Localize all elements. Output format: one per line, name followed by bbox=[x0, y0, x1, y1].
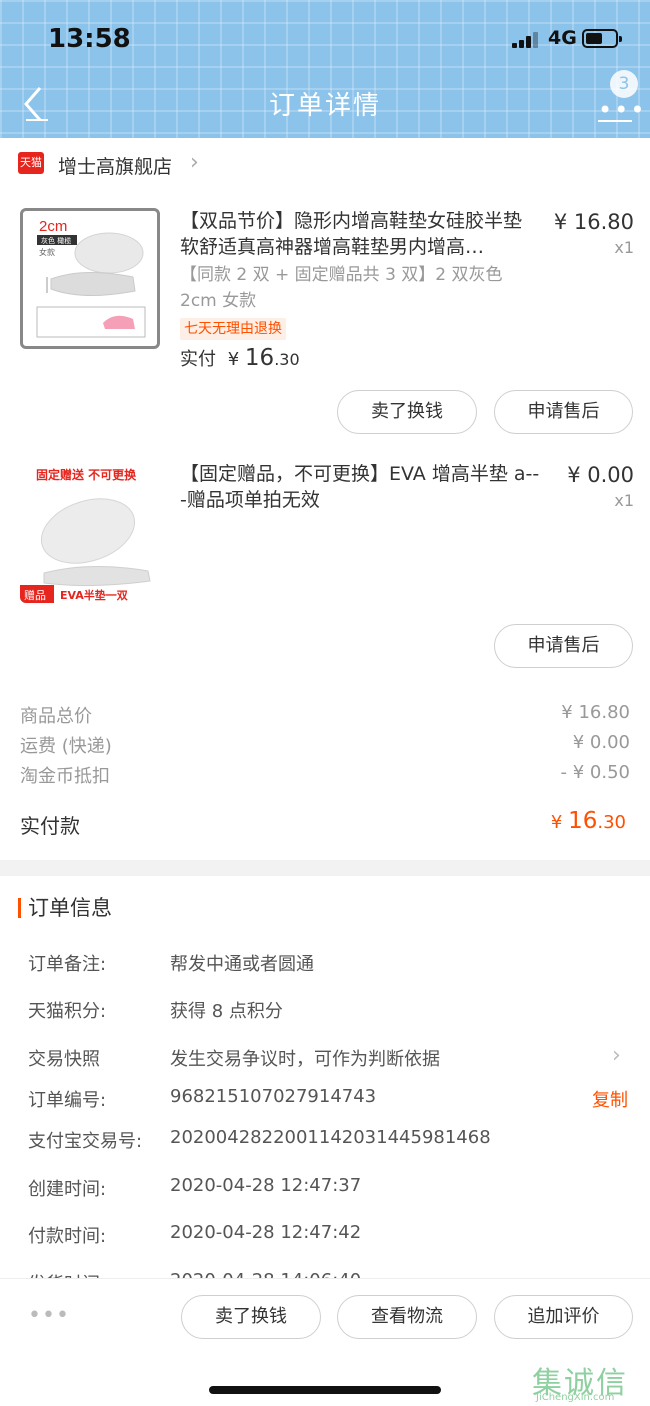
sell-for-cash-button[interactable]: 卖了换钱 bbox=[181, 1295, 321, 1339]
product-sku: 【同款 2 双 + 固定赠品共 3 双】2 双灰色 2cm 女款 bbox=[180, 265, 503, 311]
chevron-right-icon: › bbox=[612, 1043, 621, 1068]
more-actions-button[interactable]: ••• bbox=[28, 1303, 70, 1328]
item-paid-amount: 实付 ¥ 16.30 bbox=[180, 345, 300, 371]
copy-order-number-button[interactable]: 复制 bbox=[592, 1086, 628, 1112]
page-title: 订单详情 bbox=[268, 91, 381, 121]
product-thumbnail[interactable]: 2cm 灰色 橄榄 女款 bbox=[20, 208, 160, 349]
shipping-row: 运费 (快递) ¥ 0.00 bbox=[20, 732, 630, 757]
sell-for-cash-button[interactable]: 卖了换钱 bbox=[337, 390, 477, 434]
after-sales-button[interactable]: 申请售后 bbox=[494, 390, 633, 434]
product-title[interactable]: 【双品节价】隐形内增高鞋垫女硅胶半垫软舒适真高神器增高鞋垫男内增高… bbox=[180, 208, 540, 260]
battery-icon bbox=[582, 29, 622, 48]
thumb-gift-tag: 赠品 bbox=[24, 588, 46, 602]
store-row[interactable]: 天猫 增士高旗舰店 › bbox=[0, 140, 650, 188]
status-time: 13:58 bbox=[48, 24, 131, 54]
after-sales-button[interactable]: 申请售后 bbox=[494, 624, 633, 668]
thumb-gender-label: 女款 bbox=[39, 247, 55, 257]
header: 13:58 4G 订单详情 ••• 3 bbox=[0, 0, 650, 138]
product-title[interactable]: 【固定赠品，不可更换】EVA 增高半垫 a---赠品项单拍无效 bbox=[180, 461, 540, 513]
product-thumbnail[interactable]: 固定赠送 不可更换 赠品 EVA半垫一双 bbox=[20, 461, 160, 603]
signal-icon bbox=[512, 32, 542, 48]
goods-total-row: 商品总价 ¥ 16.80 bbox=[20, 702, 630, 727]
more-dots-icon: ••• bbox=[598, 96, 647, 124]
home-indicator[interactable] bbox=[209, 1386, 441, 1394]
thumb-color-label: 灰色 橄榄 bbox=[41, 236, 71, 245]
tmall-logo: 天猫 bbox=[18, 152, 44, 174]
product-quantity: x1 bbox=[614, 491, 634, 510]
message-count-badge: 3 bbox=[610, 70, 638, 98]
product-price: ¥ 16.80 bbox=[553, 210, 634, 234]
insole-image: 2cm 灰色 橄榄 女款 bbox=[36, 218, 146, 338]
return-policy-tag: 七天无理由退换 bbox=[180, 318, 286, 340]
product-quantity: x1 bbox=[614, 238, 634, 257]
store-name[interactable]: 增士高旗舰店 bbox=[58, 152, 172, 179]
actual-paid-row: 实付款 ¥ 16.30 bbox=[20, 808, 626, 838]
add-review-button[interactable]: 追加评价 bbox=[494, 1295, 633, 1339]
chevron-right-icon: › bbox=[190, 150, 199, 175]
thumb-banner: 固定赠送 不可更换 bbox=[36, 467, 137, 482]
gift-insole-image: 固定赠送 不可更换 赠品 EVA半垫一双 bbox=[20, 467, 151, 603]
thumb-size-label: 2cm bbox=[39, 218, 67, 235]
network-type: 4G bbox=[548, 27, 577, 49]
coin-discount-row: 淘金币抵扣 - ¥ 0.50 bbox=[20, 762, 630, 787]
thumb-gift-text: EVA半垫一双 bbox=[60, 588, 128, 602]
section-divider bbox=[0, 860, 650, 876]
product-price: ¥ 0.00 bbox=[567, 463, 634, 487]
view-logistics-button[interactable]: 查看物流 bbox=[337, 1295, 477, 1339]
watermark-logo: 集诚信 JiChengXin.com bbox=[532, 1366, 628, 1403]
section-title: 订单信息 bbox=[28, 896, 112, 920]
